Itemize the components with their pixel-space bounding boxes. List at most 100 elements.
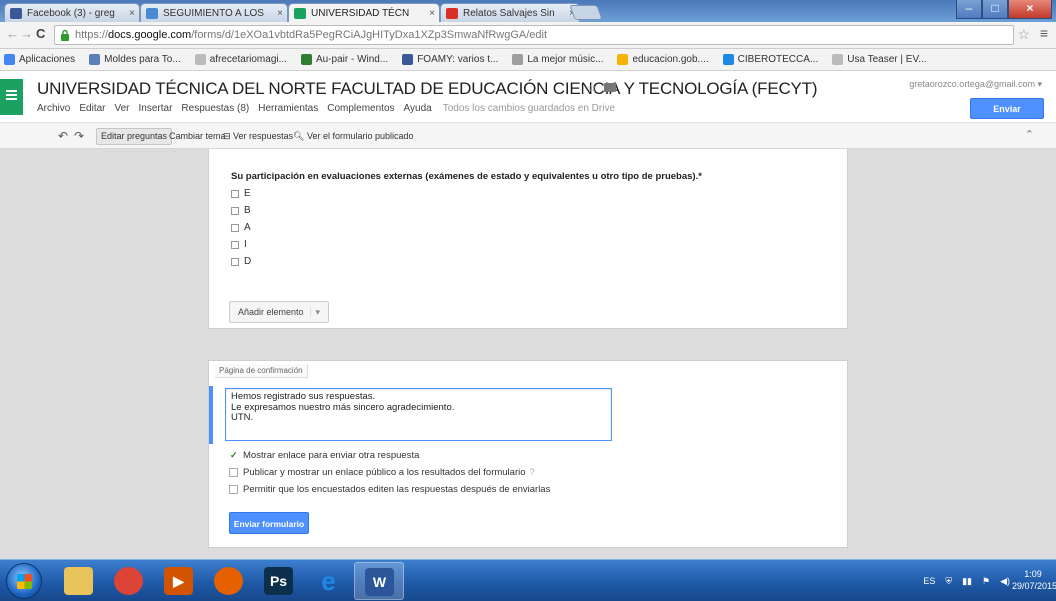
bookmark-item[interactable]: Au-pair - Wind... [300,54,389,65]
tab-universidad[interactable]: UNIVERSIDAD TÉCN × [288,3,440,22]
option-d[interactable]: D [231,256,251,267]
word-icon: W [365,568,394,596]
gov-icon [617,54,629,65]
question-card[interactable]: Su participación en evaluaciones externa… [208,149,848,329]
menu-ver[interactable]: Ver [114,103,129,114]
flag-icon[interactable]: ⚑ [982,576,990,587]
collapse-chevron-icon[interactable]: ⌃ [1025,128,1034,141]
apps-icon [4,54,15,65]
publish-results-link-checkbox[interactable]: Publicar y mostrar un enlace público a l… [229,467,535,478]
menu-complementos[interactable]: Complementos [327,103,394,114]
confirmation-page-label: Página de confirmación [215,364,308,378]
bookmark-item[interactable]: Aplicaciones [4,54,75,65]
option-label: B [244,205,251,216]
send-form-bottom-button[interactable]: Enviar formulario [229,512,309,534]
bookmark-item[interactable]: Moldes para To... [89,54,181,65]
menu-respuestas[interactable]: Respuestas (8) [181,103,249,114]
bookmark-item[interactable]: educacion.gob.... [617,54,709,65]
taskbar-media-player-button[interactable]: ▶ [154,562,204,600]
option-a[interactable]: A [231,222,251,233]
video-icon [446,8,458,19]
bookmark-item[interactable]: CIBEROTECCA... [722,54,819,65]
bookmark-label: FOAMY: varios t... [417,54,499,65]
add-item-button[interactable]: Añadir elemento ▾ [229,301,330,323]
forward-arrow-icon[interactable]: → [20,26,33,41]
menu-ayuda[interactable]: Ayuda [404,103,432,114]
view-published-form-button[interactable]: 🔍︎ Ver el formulario publicado [288,128,419,145]
bookmark-star-icon[interactable]: ☆ [1017,26,1030,43]
save-status[interactable]: Todos los cambios guardados en Drive [443,103,615,114]
shield-icon[interactable]: ⛨ [945,576,952,587]
bookmark-label: CIBEROTECCA... [737,54,819,65]
undo-icon[interactable]: ↶ [58,129,68,143]
back-arrow-icon[interactable]: ← [6,26,19,41]
tab-facebook[interactable]: Facebook (3) - greg × [4,3,140,22]
help-icon[interactable]: ? [530,467,535,478]
checkbox-icon [231,189,239,198]
tab-relatos[interactable]: Relatos Salvajes Sin × [440,3,580,22]
address-bar[interactable]: https://docs.google.com/forms/d/1eXOa1vb… [54,25,1014,45]
bookmark-label: Au-pair - Wind... [315,54,389,65]
music-icon [512,54,524,65]
bookmark-label: Aplicaciones [19,54,76,65]
tab-label: SEGUIMIENTO A LOS [163,8,264,19]
checkbox-label: Permitir que los encuestados editen las … [243,484,551,495]
document-title[interactable]: UNIVERSIDAD TÉCNICA DEL NORTE FACULTAD D… [37,79,818,99]
taskbar-firefox-button[interactable] [204,562,254,600]
taskbar-photoshop-button[interactable]: Ps [254,562,304,600]
google-forms-logo-icon[interactable] [0,79,23,115]
new-tab-button[interactable] [569,5,603,20]
star-document-icon[interactable]: ☆ [586,80,598,96]
send-form-button[interactable]: Enviar formulario [970,98,1044,135]
taskbar-internet-explorer-button[interactable]: e [304,562,354,600]
foamy-icon [402,54,414,65]
page-icon [832,54,844,65]
bookmark-label: afrecetariomagi... [209,54,287,65]
tab-seguimiento[interactable]: SEGUIMIENTO A LOS × [140,3,288,22]
clock[interactable]: 1:09 29/07/2015 [1012,568,1056,592]
view-responses-button[interactable]: ⊟ Ver respuestas [218,128,298,145]
minimize-button[interactable]: – [956,0,982,19]
checkbox-icon [229,468,238,477]
start-button[interactable] [6,563,42,599]
menu-insertar[interactable]: Insertar [139,103,173,114]
tab-close-icon[interactable]: × [277,4,283,22]
browser-menu-icon[interactable]: ≡ [1040,25,1048,41]
taskbar-explorer-button[interactable] [54,562,104,600]
menu-editar[interactable]: Editar [79,103,105,114]
volume-icon[interactable]: ◀) [1000,576,1010,587]
reload-icon[interactable]: C [36,26,45,41]
bookmark-item[interactable]: FOAMY: varios t... [402,54,498,65]
url-text: https://docs.google.com/forms/d/1eXOa1vb… [75,29,547,41]
taskbar-word-button[interactable]: W [354,562,404,600]
clock-time: 1:09 [1024,569,1042,579]
menu-archivo[interactable]: Archivo [37,103,70,114]
option-i[interactable]: I [231,239,247,250]
folder-icon[interactable] [604,83,616,92]
checkbox-icon [231,257,239,266]
network-icon[interactable]: ▮▮ [962,576,972,587]
maximize-button[interactable]: □ [982,0,1008,19]
bookmark-item[interactable]: Usa Teaser | EV... [832,54,927,65]
option-label: I [244,239,247,250]
bookmark-item[interactable]: afrecetariomagi... [194,54,287,65]
menu-herramientas[interactable]: Herramientas [258,103,318,114]
close-window-button[interactable]: × [1008,0,1052,19]
bookmark-icon [89,54,101,65]
show-another-response-link-checkbox[interactable]: ✓ Mostrar enlace para enviar otra respues… [229,450,419,461]
confirmation-message-textarea[interactable]: Hemos registrado sus respuestas. Le expr… [225,388,612,441]
tab-close-icon[interactable]: × [129,4,135,22]
taskbar-chrome-button[interactable] [104,562,154,600]
lock-icon [61,29,69,41]
allow-edit-responses-checkbox[interactable]: Permitir que los encuestados editen las … [229,484,550,495]
docs-header: UNIVERSIDAD TÉCNICA DEL NORTE FACULTAD D… [0,71,1056,135]
redo-icon[interactable]: ↷ [74,129,84,143]
window-controls: – □ × [956,0,1052,19]
edit-questions-button[interactable]: Editar preguntas [96,128,173,145]
option-b[interactable]: B [231,205,251,216]
account-email[interactable]: gretaorozco.ortega@gmail.com ▾ [909,79,1042,90]
tab-close-icon[interactable]: × [429,4,435,22]
option-e[interactable]: E [231,188,251,199]
bookmark-item[interactable]: La mejor músic... [512,54,603,65]
language-indicator[interactable]: ES [923,576,935,586]
